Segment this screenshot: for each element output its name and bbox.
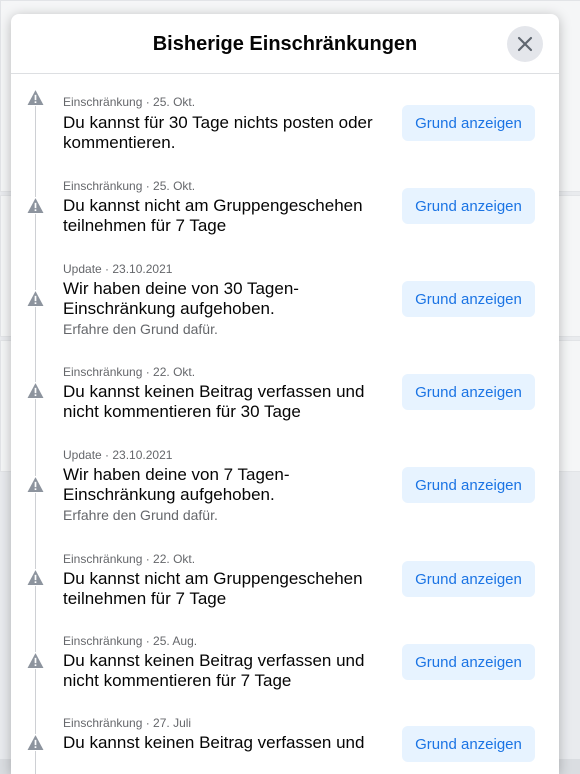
show-reason-button[interactable]: Grund anzeigen [402,281,535,317]
timeline-line [35,92,36,774]
entry-meta: Einschränkung · 25. Okt. [63,179,196,193]
close-button[interactable] [507,26,543,62]
entry-text: Wir haben deine von 30 Tagen-Einschränku… [63,279,299,318]
show-reason-button[interactable]: Grund anzeigen [402,467,535,503]
warning-icon [27,652,44,669]
warning-icon [27,197,44,214]
entry-text: Du kannst nicht am Gruppengeschehen teil… [63,196,363,235]
entry-meta: Einschränkung · 25. Okt. [63,95,196,109]
entry-text: Du kannst keinen Beitrag verfassen und n… [63,382,365,421]
entry-text: Du kannst nicht am Gruppengeschehen teil… [63,569,363,608]
entry-text: Du kannst keinen Beitrag verfassen und n… [63,651,365,690]
learn-reason-text: Erfahre den Grund dafür. [63,321,218,337]
show-reason-button[interactable]: Grund anzeigen [402,726,535,762]
entry-text: Du kannst keinen Beitrag verfassen und [63,733,365,752]
warning-icon [27,734,44,751]
entry-meta: Update · 23.10.2021 [63,448,173,462]
dialog-title: Bisherige Einschränkungen [152,33,418,55]
warning-icon [27,382,44,399]
learn-reason-text: Erfahre den Grund dafür. [63,507,218,523]
warning-icon [27,290,44,307]
warning-icon [27,569,44,586]
dialog-header: Bisherige Einschränkungen [11,14,559,74]
show-reason-button[interactable]: Grund anzeigen [402,644,535,680]
entry-meta: Einschränkung · 22. Okt. [63,552,196,566]
entry-text: Wir haben deine von 7 Tagen-Einschränkun… [63,465,290,504]
show-reason-button[interactable]: Grund anzeigen [402,105,535,141]
entry-meta: Update · 23.10.2021 [63,262,173,276]
entry-meta: Einschränkung · 22. Okt. [63,365,196,379]
show-reason-button[interactable]: Grund anzeigen [402,374,535,410]
restriction-history-dialog: Bisherige Einschränkungen Einschränkung … [11,14,559,774]
warning-icon [27,89,44,106]
entry-text: Du kannst für 30 Tage nichts posten oder… [63,113,373,152]
close-icon [517,36,533,52]
warning-icon [27,476,44,493]
entry-meta: Einschränkung · 27. Juli [63,716,192,730]
show-reason-button[interactable]: Grund anzeigen [402,561,535,597]
entry-meta: Einschränkung · 25. Aug. [63,634,198,648]
show-reason-button[interactable]: Grund anzeigen [402,188,535,224]
